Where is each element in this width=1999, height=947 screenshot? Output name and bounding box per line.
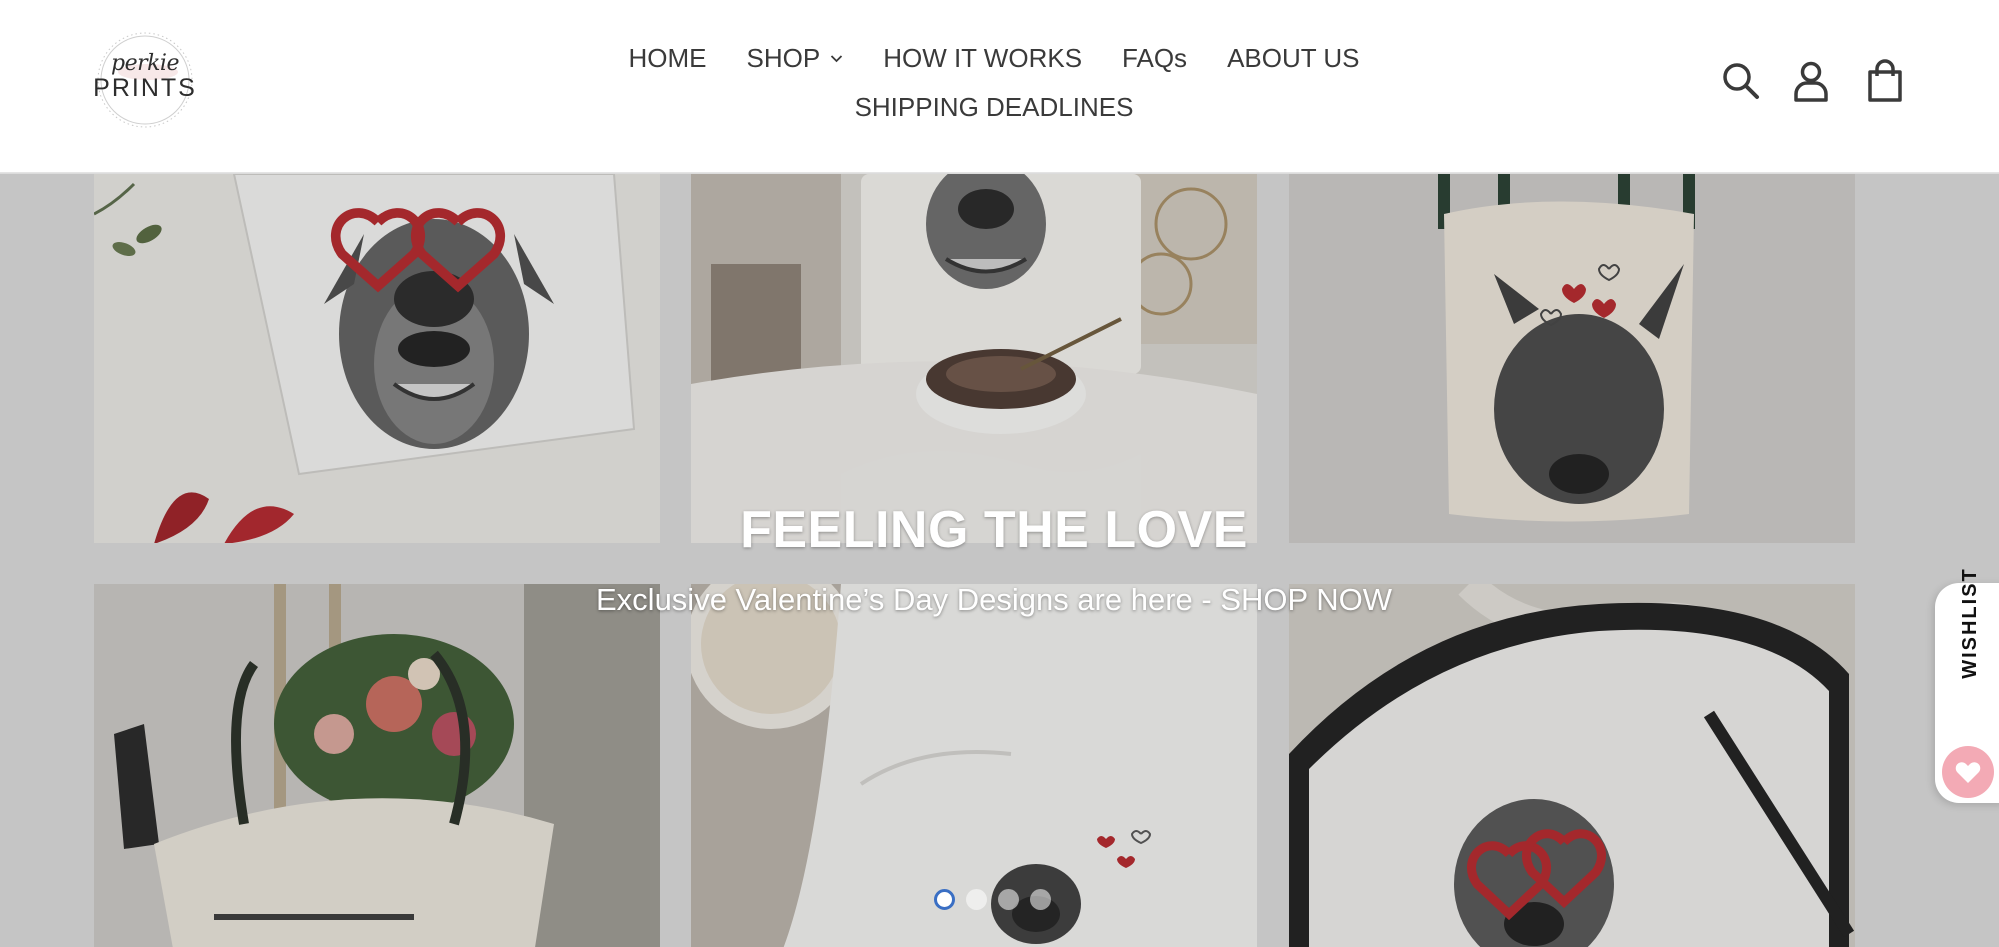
hero-subtitle-link[interactable]: Exclusive Valentine’s Day Designs are he… (450, 582, 1538, 618)
dog-tote-image (1289, 174, 1855, 543)
logo-wordmark: PRINTS (93, 74, 197, 102)
nav-about-us[interactable]: ABOUT US (1227, 38, 1359, 78)
product-tile-print[interactable] (94, 174, 660, 543)
flower-tote-image (94, 584, 660, 947)
logo-script: perkie (110, 51, 180, 76)
nav-shipping-deadlines[interactable]: SHIPPING DEADLINES (855, 87, 1134, 127)
slide-dot-2[interactable] (966, 888, 987, 910)
account-icon[interactable] (1788, 58, 1834, 104)
main-nav: HOME SHOP HOW IT WORKS FAQs ABOUT US (600, 38, 1388, 78)
hero-slideshow[interactable]: FEELING THE LOVE Exclusive Valentine’s D… (0, 174, 1999, 947)
nav-home[interactable]: HOME (629, 38, 707, 78)
nav-faqs[interactable]: FAQs (1122, 38, 1187, 78)
brand-logo-text: perkie PRINTS (92, 32, 198, 128)
wishlist-tab[interactable]: WISHLIST (1935, 567, 1999, 803)
slide-dot-1[interactable] (934, 888, 955, 910)
heart-icon (1955, 762, 1981, 783)
nav-shop-label: SHOP (746, 43, 821, 73)
product-tile-pillow[interactable] (691, 174, 1257, 543)
slide-dot-4[interactable] (1030, 888, 1051, 910)
hero-title: FEELING THE LOVE (740, 501, 1248, 559)
secondary-nav: SHIPPING DEADLINES (600, 87, 1388, 127)
cart-icon[interactable] (1862, 58, 1908, 104)
product-tile-flower-tote[interactable] (94, 584, 660, 947)
site-header: perkie PRINTS HOME SHOP HOW IT WORKS FAQ… (0, 0, 1999, 173)
slideshow-dots (934, 887, 1051, 911)
product-tile-tote[interactable] (1289, 174, 1855, 543)
dog-pillow-image (691, 174, 1257, 543)
wishlist-heart-badge (1942, 746, 1994, 798)
slide-dot-3[interactable] (998, 888, 1019, 910)
dog-print-image (94, 174, 660, 543)
search-icon[interactable] (1718, 58, 1764, 104)
wishlist-label: WISHLIST (1959, 567, 1981, 679)
nav-how-it-works[interactable]: HOW IT WORKS (883, 38, 1082, 78)
dog-mask-image (1289, 584, 1855, 947)
nav-shop[interactable]: SHOP (747, 38, 844, 78)
chevron-down-icon (831, 54, 843, 62)
product-tile-mask[interactable] (1289, 584, 1855, 947)
